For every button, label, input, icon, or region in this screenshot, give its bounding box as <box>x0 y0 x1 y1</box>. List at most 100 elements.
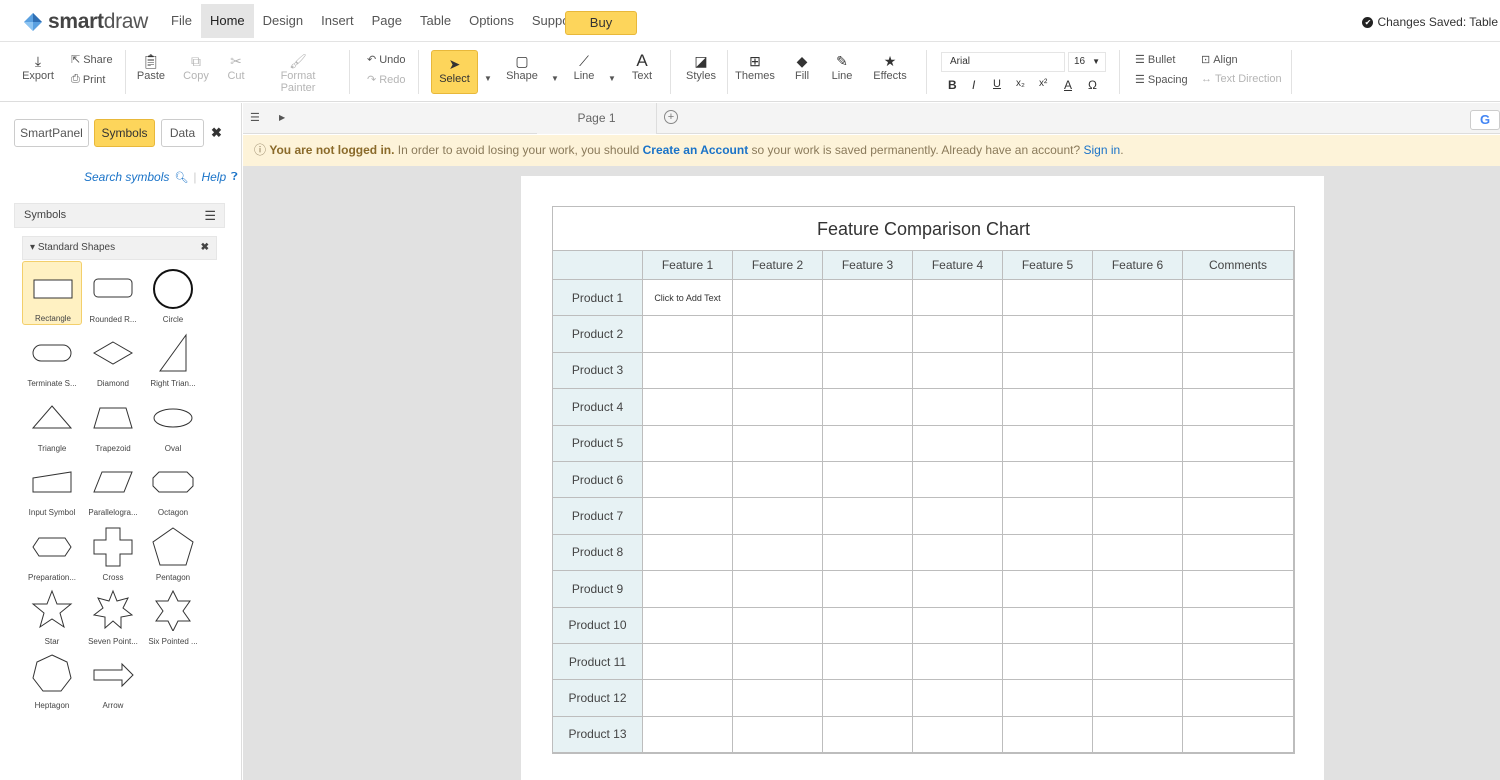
search-symbols-link[interactable]: Search symbols <box>84 170 169 184</box>
table-cell[interactable] <box>1093 352 1183 390</box>
italic-button[interactable]: I <box>972 78 975 92</box>
table-cell[interactable] <box>643 316 733 353</box>
shape-rounded-rectangle[interactable]: Rounded R... <box>83 261 143 325</box>
table-cell[interactable] <box>823 389 913 426</box>
share-button[interactable]: ⇱ Share <box>71 53 113 67</box>
page-paper[interactable]: Feature Comparison Chart Feature 1 Featur… <box>521 176 1324 780</box>
line-tool-button[interactable]: ⟋ Line <box>569 52 599 82</box>
table-title[interactable]: Feature Comparison Chart <box>553 207 1294 251</box>
format-painter-button[interactable]: 🖌︎ Format Painter <box>262 52 334 94</box>
table-cell[interactable] <box>913 352 1003 390</box>
select-tool-button[interactable]: ➤ Select <box>431 50 478 94</box>
table-cell[interactable] <box>913 280 1003 317</box>
table-header-cell[interactable]: Feature 1 <box>643 251 733 280</box>
page-list-icon[interactable]: ☰ <box>250 111 260 124</box>
shape-cross[interactable]: Cross <box>83 519 143 583</box>
table-header-cell[interactable]: Feature 4 <box>913 251 1003 280</box>
table-header-cell[interactable]: Feature 6 <box>1093 251 1183 280</box>
table-cell[interactable] <box>1093 280 1183 317</box>
table-cell[interactable] <box>1183 389 1294 426</box>
library-header[interactable]: ▾ Standard Shapes ✖ <box>22 236 217 260</box>
table-header-cell[interactable]: Feature 3 <box>823 251 913 280</box>
print-button[interactable]: ⎙ Print <box>71 73 105 86</box>
shape-oval[interactable]: Oval <box>143 390 203 454</box>
shape-star[interactable]: Star <box>22 583 82 647</box>
table-cell[interactable] <box>1093 316 1183 353</box>
table-cell[interactable] <box>643 607 733 644</box>
styles-button[interactable]: ◪ Styles <box>684 52 718 82</box>
table-cell[interactable] <box>1003 280 1093 317</box>
bold-button[interactable]: B <box>948 78 957 92</box>
play-icon[interactable]: ▶ <box>279 113 285 122</box>
table-cell[interactable] <box>823 607 913 644</box>
font-color-button[interactable]: A <box>1064 78 1072 92</box>
line-style-button[interactable]: ✎ Line <box>828 52 856 82</box>
table-cell[interactable] <box>823 716 913 754</box>
table-cell[interactable] <box>913 498 1003 535</box>
table-cell[interactable] <box>1093 425 1183 462</box>
table-cell[interactable] <box>913 680 1003 717</box>
table-cell[interactable] <box>823 534 913 572</box>
superscript-button[interactable]: x² <box>1039 78 1047 89</box>
table-row-header[interactable]: Product 12 <box>553 680 643 717</box>
table-header-cell[interactable]: Feature 5 <box>1003 251 1093 280</box>
create-account-link[interactable]: Create an Account <box>643 143 749 157</box>
table-cell[interactable] <box>913 716 1003 754</box>
tab-symbols[interactable]: Symbols <box>94 119 155 147</box>
close-library-icon[interactable]: ✖ <box>201 237 209 259</box>
table-cell[interactable] <box>1093 644 1183 681</box>
table-cell[interactable] <box>823 352 913 390</box>
table-cell[interactable] <box>1183 462 1294 499</box>
table-cell[interactable] <box>1183 352 1294 390</box>
themes-button[interactable]: ⊞ Themes <box>735 52 775 82</box>
bullet-button[interactable]: ☰ Bullet <box>1135 53 1175 67</box>
table-cell[interactable] <box>733 716 823 754</box>
table-cell[interactable] <box>1003 425 1093 462</box>
table-row-header[interactable]: Product 7 <box>553 498 643 535</box>
hamburger-menu-icon[interactable]: ☰ <box>204 204 216 227</box>
table-cell[interactable] <box>1003 389 1093 426</box>
undo-button[interactable]: ↶ Undo <box>367 53 406 67</box>
table-cell[interactable] <box>913 389 1003 426</box>
sign-in-link[interactable]: Sign in <box>1084 143 1121 157</box>
table-cell[interactable] <box>1183 680 1294 717</box>
table-cell[interactable] <box>1093 389 1183 426</box>
google-button[interactable]: G <box>1470 110 1500 130</box>
table-row-header[interactable]: Product 9 <box>553 571 643 608</box>
table-cell[interactable] <box>823 462 913 499</box>
table-cell[interactable] <box>913 607 1003 644</box>
table-cell[interactable] <box>1183 316 1294 353</box>
table-cell[interactable]: Click to Add Text <box>643 280 733 317</box>
fill-button[interactable]: ◆ Fill <box>789 52 815 82</box>
table-cell[interactable] <box>823 316 913 353</box>
table-cell[interactable] <box>913 571 1003 608</box>
effects-button[interactable]: ★ Effects <box>871 52 909 82</box>
subscript-button[interactable]: x₂ <box>1016 78 1025 89</box>
table-cell[interactable] <box>733 534 823 572</box>
table-cell[interactable] <box>823 680 913 717</box>
tab-data[interactable]: Data <box>161 119 204 147</box>
shape-six-point-star[interactable]: Six Pointed ... <box>143 583 203 647</box>
table-row-header[interactable]: Product 3 <box>553 352 643 390</box>
align-button[interactable]: ⊡ Align <box>1201 53 1238 67</box>
table-cell[interactable] <box>1183 607 1294 644</box>
table-corner-cell[interactable] <box>553 251 643 280</box>
table-cell[interactable] <box>733 462 823 499</box>
export-button[interactable]: ⤓ Export <box>20 52 56 82</box>
close-panel-icon[interactable]: ✖ <box>211 125 222 141</box>
table-cell[interactable] <box>913 534 1003 572</box>
table-cell[interactable] <box>1003 498 1093 535</box>
table-cell[interactable] <box>1003 716 1093 754</box>
table-cell[interactable] <box>1003 352 1093 390</box>
table-cell[interactable] <box>1093 534 1183 572</box>
underline-button[interactable]: U <box>993 78 1001 90</box>
text-direction-button[interactable]: ↔ Text Direction <box>1201 73 1282 85</box>
table-cell[interactable] <box>643 571 733 608</box>
shape-rectangle[interactable]: Rectangle <box>22 261 82 325</box>
shape-seven-point-star[interactable]: Seven Point... <box>83 583 143 647</box>
shape-tool-button[interactable]: ▢ Shape <box>504 52 540 82</box>
table-cell[interactable] <box>643 425 733 462</box>
table-cell[interactable] <box>1003 462 1093 499</box>
table-cell[interactable] <box>1003 571 1093 608</box>
table-cell[interactable] <box>823 571 913 608</box>
